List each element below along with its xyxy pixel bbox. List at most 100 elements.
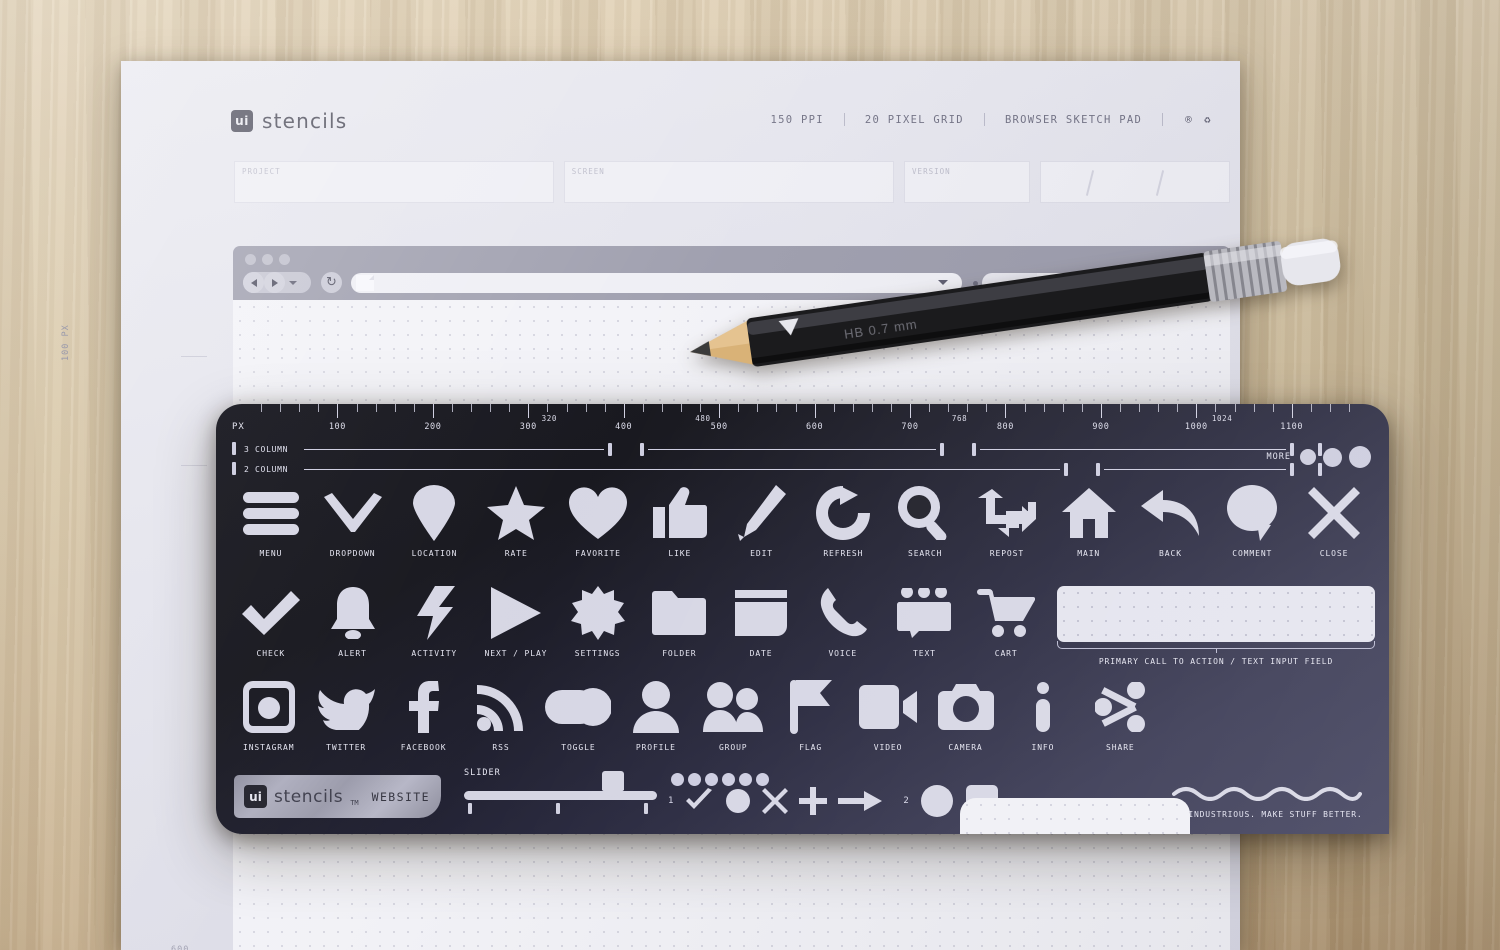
stencil-icon-pencil-icon: EDIT [721, 482, 803, 558]
col3-mark-1 [608, 443, 612, 456]
stencil-icon-menu-icon: MENU [230, 482, 312, 558]
check-icon [241, 582, 300, 644]
col3-mark-3 [940, 443, 944, 456]
icon-label: MENU [259, 549, 283, 558]
date-field[interactable] [1040, 161, 1230, 203]
registered-icon: ® [1185, 113, 1194, 126]
slider-track[interactable] [464, 791, 657, 800]
icon-label: COMMENT [1232, 549, 1273, 558]
info-icon [1035, 676, 1050, 738]
ui-stencils-plaque: ui stencils TM WEBSITE [234, 775, 441, 818]
icon-label: SEARCH [907, 549, 943, 558]
slogan-block: BE INDUSTRIOUS. MAKE STUFF BETTER. [1159, 785, 1375, 822]
date-slash-2 [1156, 170, 1165, 196]
utility-glyph-row: 1 2 [668, 784, 999, 818]
project-field[interactable]: PROJECT [234, 161, 554, 203]
calendar-icon [735, 582, 788, 644]
stencil-icon-profile-person-icon: PROFILE [617, 676, 694, 752]
window-dot-zoom[interactable] [279, 254, 290, 265]
icon-label: FACEBOOK [400, 743, 447, 752]
ui-stencils-logo: ui stencils [231, 109, 347, 133]
icon-label: SHARE [1106, 743, 1135, 752]
icon-label: LOCATION [411, 549, 458, 558]
ui-stencils-template-tool: 100 200 300 320 400 480 500 600 700 768 800 900 1000… [216, 404, 1389, 834]
rss-icon [476, 676, 525, 738]
icon-row-social: INSTAGRAM TWITTER FACEBOOK RSS TOGGLE PROFILE… [230, 676, 1159, 752]
refresh-icon [816, 482, 871, 544]
primary-cta-cutout [1057, 586, 1375, 642]
stencil-icon-facebook-icon: FACEBOOK [385, 676, 462, 752]
refresh-button[interactable]: ↻ [321, 272, 342, 293]
twitter-bird-icon [317, 676, 376, 738]
plaque-wordmark: stencils [274, 786, 344, 807]
icon-label: REPOST [989, 549, 1025, 558]
window-dot-minimize[interactable] [262, 254, 273, 265]
icon-label: PROFILE [635, 743, 676, 752]
meta-pixel-grid: 20 PIXEL GRID [864, 113, 964, 126]
pencil-graphite-tip [690, 341, 711, 357]
circle-icon [920, 785, 953, 817]
icon-label: VIDEO [873, 743, 903, 752]
stencil-icon-video-camera-icon: VIDEO [849, 676, 926, 752]
back-triangle-icon [250, 278, 257, 287]
screen-field[interactable]: SCREEN [563, 161, 895, 203]
plus-icon [799, 787, 828, 815]
profile-person-icon [632, 676, 679, 738]
more-circle-medium [1323, 447, 1342, 467]
stencil-icon-group-people-icon: GROUP [695, 676, 772, 752]
forward-button[interactable] [264, 272, 285, 293]
more-circle-large [1349, 446, 1371, 468]
icon-label: FLAG [799, 743, 823, 752]
version-field[interactable]: VERSION [904, 161, 1031, 203]
pad-meta-row: 150 PPI 20 PIXEL GRID BROWSER SKETCH PAD… [750, 113, 1212, 126]
comment-bubble-icon [1227, 482, 1278, 544]
plaque-website-label: WEBSITE [371, 789, 430, 804]
flag-icon [789, 676, 832, 738]
stencil-icon-rss-icon: RSS [462, 676, 539, 752]
version-field-label: VERSION [912, 167, 951, 176]
col3-bar-2 [648, 448, 936, 451]
slider-tick-3 [644, 803, 648, 814]
icon-label: CART [994, 649, 1018, 658]
three-column-label: 3 COLUMN [244, 444, 289, 454]
stencil-icon-close-x-icon: CLOSE [1293, 482, 1375, 558]
cta-brace [1057, 641, 1375, 653]
ruler-label: 900 [1092, 422, 1110, 432]
window-control-dots[interactable] [245, 254, 290, 265]
instagram-icon [242, 676, 295, 738]
col2-bar-1 [304, 468, 1060, 471]
col2-bar-2 [1104, 468, 1286, 471]
stencil-icon-toggle-switch-icon: TOGGLE [540, 676, 617, 752]
icon-label: BACK [1159, 549, 1182, 558]
stencil-icon-folder-icon: FOLDER [639, 582, 721, 658]
margin-tick-top [181, 356, 207, 357]
lightning-bolt-icon [413, 582, 456, 644]
ui-logo-mark: ui [231, 110, 253, 132]
caret-down-icon[interactable] [289, 280, 297, 285]
icon-label: TWITTER [326, 743, 367, 752]
ruler-label: 100 [328, 422, 346, 432]
ruler-px-label: PX [232, 422, 245, 432]
icon-label: RATE [504, 549, 528, 558]
margin-label-100px: 100 PX [61, 324, 71, 361]
glyph-group-number-2: 2 [903, 796, 909, 806]
icon-label: CHECK [256, 649, 286, 658]
col3-bar-3 [980, 448, 1286, 451]
margin-label-600: 600 [171, 945, 190, 950]
play-triangle-icon [490, 582, 541, 644]
plaque-logo-mark: ui [244, 785, 267, 808]
icon-label: INSTAGRAM [242, 743, 295, 752]
browser-nav-pill[interactable] [243, 272, 311, 293]
stencil-icon-text-keyboard-icon: TEXT [884, 582, 966, 658]
ruler-label: 1100 [1280, 422, 1304, 432]
plaque-trademark: TM [350, 799, 359, 807]
stencil-icon-lightning-bolt-icon: ACTIVITY [393, 582, 475, 658]
stencil-icon-instagram-icon: INSTAGRAM [230, 676, 307, 752]
back-button[interactable] [243, 272, 264, 293]
star-icon [487, 482, 546, 544]
slider-handle[interactable] [602, 771, 624, 798]
col-lead-mark [232, 442, 236, 455]
window-dot-close[interactable] [245, 254, 256, 265]
project-field-label: PROJECT [242, 167, 281, 176]
col2-mark-1 [1064, 463, 1068, 476]
